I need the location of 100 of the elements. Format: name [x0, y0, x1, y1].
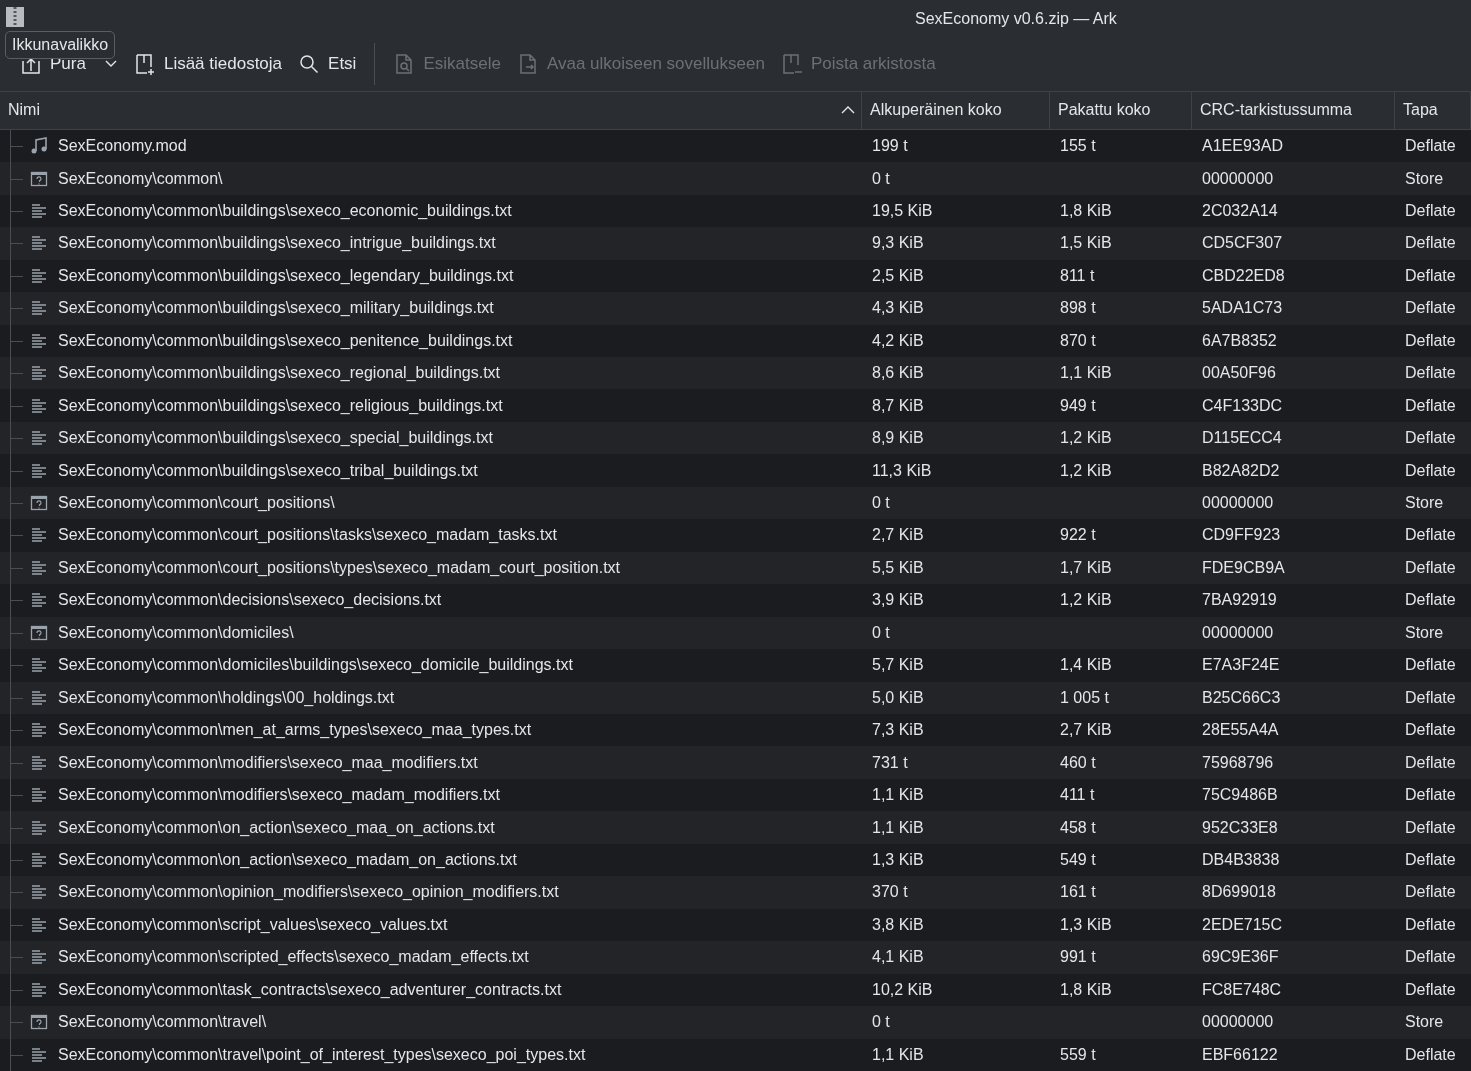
table-cell: 8,6 KiB [872, 364, 924, 383]
table-cell: Deflate [1405, 558, 1456, 577]
table-cell: 991 t [1060, 948, 1096, 967]
table-cell: Deflate [1405, 948, 1456, 967]
table-cell: Store [1405, 623, 1444, 642]
table-cell: 8,7 KiB [872, 396, 924, 415]
table-cell: 00000000 [1202, 494, 1274, 513]
table-cell: Deflate [1405, 980, 1456, 999]
table-cell: 1,8 KiB [1060, 980, 1112, 999]
table-cell: 0 t [872, 623, 890, 642]
table-cell: Deflate [1405, 266, 1456, 285]
table-cell: Deflate [1405, 526, 1456, 545]
table-cell: 5,0 KiB [872, 688, 924, 707]
table-cell: 10,2 KiB [872, 980, 933, 999]
table-cell: FDE9CB9A [1202, 558, 1285, 577]
column-header-label: Alkuperäinen koko [870, 101, 1002, 120]
table-cell: 1,3 KiB [1060, 915, 1112, 934]
table-cell: Deflate [1405, 883, 1456, 902]
table-cell: 2,7 KiB [1060, 721, 1112, 740]
table-cell: 7BA92919 [1202, 591, 1277, 610]
table-cell: D115ECC4 [1202, 429, 1282, 448]
table-cell: 1,1 KiB [1060, 364, 1112, 383]
table-cell: CBD22ED8 [1202, 266, 1285, 285]
table-cell: Deflate [1405, 137, 1456, 156]
table-cell: Deflate [1405, 591, 1456, 610]
column-header-label: Pakattu koko [1058, 101, 1151, 120]
table-cell: 9,3 KiB [872, 234, 924, 253]
table-cell: Deflate [1405, 364, 1456, 383]
table-cell: 5,7 KiB [872, 656, 924, 675]
table-cell: Deflate [1405, 396, 1456, 415]
table-cell: 1,8 KiB [1060, 201, 1112, 220]
table-cell: C4F133DC [1202, 396, 1283, 415]
table-cell: 731 t [872, 753, 908, 772]
window-title: SexEconomy v0.6.zip — Ark [915, 9, 1117, 28]
column-header-label: Nimi [8, 101, 40, 120]
table-cell: 952C33E8 [1202, 818, 1278, 837]
table-cell: Deflate [1405, 461, 1456, 480]
table-cell: 4,3 KiB [872, 299, 924, 318]
table-cell: EBF66122 [1202, 1045, 1278, 1064]
table-cell: 00000000 [1202, 1013, 1274, 1032]
table-cell: 1,4 KiB [1060, 656, 1112, 675]
table-cell: 2C032A14 [1202, 201, 1278, 220]
table-cell: 0 t [872, 1013, 890, 1032]
table-cell: CD5CF307 [1202, 234, 1283, 253]
table-cell: Deflate [1405, 721, 1456, 740]
table-cell: 922 t [1060, 526, 1096, 545]
column-header-label: Tapa [1403, 101, 1438, 120]
table-cell: 1,2 KiB [1060, 591, 1112, 610]
table-cell: B25C66C3 [1202, 688, 1281, 707]
table-cell: 28E55A4A [1202, 721, 1279, 740]
table-cell: Store [1405, 494, 1444, 513]
table-cell: 1,3 KiB [872, 851, 924, 869]
table-cell: 4,1 KiB [872, 948, 924, 967]
table-cell: Deflate [1405, 299, 1456, 318]
table-cell: Store [1405, 169, 1444, 188]
table-cell: 1,5 KiB [1060, 234, 1112, 253]
table-cell: Deflate [1405, 1045, 1456, 1064]
table-cell: CD9FF923 [1202, 526, 1281, 545]
table-cell: Deflate [1405, 331, 1456, 350]
table-cell: Deflate [1405, 915, 1456, 934]
table-cell: 559 t [1060, 1045, 1096, 1064]
table-cell: 199 t [872, 137, 908, 156]
table-cell: DB4B3838 [1202, 851, 1280, 869]
table-cell: 00000000 [1202, 623, 1274, 642]
table-cell: 2,7 KiB [872, 526, 924, 545]
table-cell: Deflate [1405, 656, 1456, 675]
table-cell: 1,1 KiB [872, 1045, 924, 1064]
table-cell: Deflate [1405, 201, 1456, 220]
table-cell: 1,1 KiB [872, 786, 924, 805]
table-cell: 949 t [1060, 396, 1096, 415]
table-cell: 6A7B8352 [1202, 331, 1277, 350]
table-cell: 155 t [1060, 137, 1096, 156]
table-cell: 8D699018 [1202, 883, 1276, 902]
table-cell: Deflate [1405, 786, 1456, 805]
table-cell: 7,3 KiB [872, 721, 924, 740]
table-cell: 0 t [872, 169, 890, 188]
table-cell: 870 t [1060, 331, 1096, 350]
table-cell: 00A50F96 [1202, 364, 1276, 383]
table-cell: 2EDE715C [1202, 915, 1283, 934]
table-cell: 75968796 [1202, 753, 1274, 772]
table-cell: 3,9 KiB [872, 591, 924, 610]
column-header-label: CRC-tarkistussumma [1200, 101, 1352, 120]
table-cell: 3,8 KiB [872, 915, 924, 934]
table-cell: 69C9E36F [1202, 948, 1279, 967]
tooltip: Ikkunavalikko [5, 31, 116, 59]
table-cell: 5,5 KiB [872, 558, 924, 577]
table-cell: 2,5 KiB [872, 266, 924, 285]
table-cell: 370 t [872, 883, 908, 902]
table-cell: 1 005 t [1060, 688, 1109, 707]
table-cell: Deflate [1405, 234, 1456, 253]
table-cell: Deflate [1405, 429, 1456, 448]
table-cell: 411 t [1060, 786, 1095, 805]
table-cell: 8,9 KiB [872, 429, 924, 448]
table-cell: B82A82D2 [1202, 461, 1280, 480]
table-cell: 458 t [1060, 818, 1096, 837]
table-cell: 19,5 KiB [872, 201, 933, 220]
table-cell: 549 t [1060, 851, 1096, 869]
table-cell: Store [1405, 1013, 1444, 1032]
table-cell: Deflate [1405, 688, 1456, 707]
table-cell: 460 t [1060, 753, 1096, 772]
